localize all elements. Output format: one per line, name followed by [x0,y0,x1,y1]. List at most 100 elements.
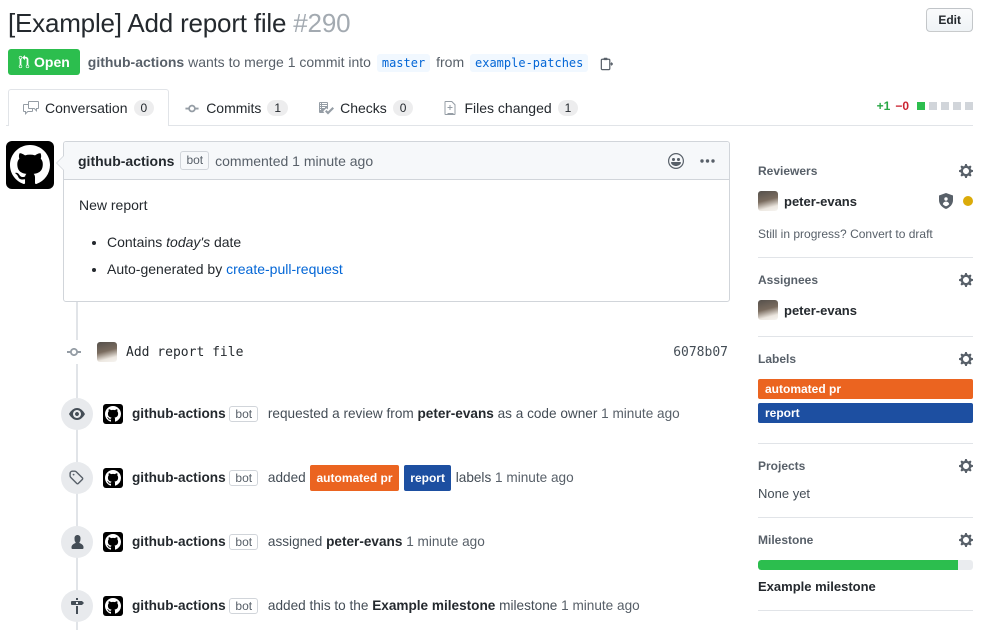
merge-text: wants to merge 1 commit into [188,54,371,70]
pr-number: #290 [293,8,350,38]
pr-title-text: [Example] Add report file [8,8,286,38]
gear-icon[interactable] [959,163,973,179]
eye-icon [61,398,93,430]
diffstat-block-neutral [941,102,949,110]
comment-discussion-icon [23,100,39,116]
octocat-icon [10,145,50,185]
comment-header: github-actions bot commented 1 minute ag… [64,142,729,180]
tab-commits-label: Commits [206,100,261,116]
convert-to-draft-link[interactable]: Convert to draft [850,227,933,241]
copy-branch-button[interactable] [599,56,614,71]
bot-badge: bot [229,470,258,486]
octocat-icon [105,534,121,550]
milestone-name[interactable]: Example milestone [372,598,495,613]
labels-heading[interactable]: Labels [758,352,796,366]
bot-badge: bot [229,598,258,614]
timeline-event-milestoned: github-actions bot added this to the Exa… [6,590,730,622]
comment-body: New report Contains today's date Auto-ge… [64,180,729,301]
milestone-heading[interactable]: Milestone [758,533,813,547]
checklist-icon [318,100,334,116]
label-report[interactable]: report [404,465,451,491]
assignee-link[interactable]: peter-evans [784,303,857,318]
pr-tab-bar: Conversation 0 Commits 1 Checks 0 Files … [6,89,973,126]
timeline-event-labeled: github-actions bot added automated pr re… [6,462,730,494]
italic-text: today's [166,234,210,250]
octocat-icon [105,598,121,614]
avatar[interactable] [103,532,123,552]
diffstat-deletions: −0 [895,99,909,113]
tab-files-changed-count: 1 [558,100,579,116]
reviewer-name[interactable]: peter-evans [418,406,494,421]
bot-badge: bot [229,534,258,550]
pr-meta: Open github-actions wants to merge 1 com… [8,49,973,75]
avatar[interactable] [758,300,778,320]
tab-conversation[interactable]: Conversation 0 [8,89,169,126]
tab-conversation-count: 0 [134,100,155,116]
diffstat-block-neutral [929,102,937,110]
tab-files-changed[interactable]: Files changed 1 [428,89,593,126]
reviewers-heading[interactable]: Reviewers [758,164,817,178]
avatar[interactable] [6,141,54,189]
avatar[interactable] [758,191,778,211]
page-title: [Example] Add report file #290 [8,8,350,39]
milestone-link[interactable]: Example milestone [758,579,973,594]
commit-sha-link[interactable]: 6078b07 [673,345,728,360]
assignee-name[interactable]: peter-evans [326,534,402,549]
create-pull-request-link[interactable]: create-pull-request [226,261,343,277]
event-actor[interactable]: github-actions [132,406,226,421]
gear-icon[interactable] [959,351,973,367]
emoji-reaction-button[interactable] [668,153,684,169]
tab-commits[interactable]: Commits 1 [169,89,303,126]
avatar[interactable] [103,468,123,488]
event-actor[interactable]: github-actions [132,470,226,485]
avatar[interactable] [103,596,123,616]
diffstat-block-neutral [953,102,961,110]
timeline-event-assigned: github-actions bot assigned peter-evans … [6,526,730,558]
event-timestamp[interactable]: 1 minute ago [561,598,640,613]
event-text: github-actions bot requested a review fr… [132,403,680,425]
diffstat-block-neutral [965,102,973,110]
reviewer-link[interactable]: peter-evans [784,194,857,209]
gear-icon[interactable] [959,272,973,288]
label-automated-pr[interactable]: automated pr [758,379,973,399]
assignee-row: peter-evans [758,300,973,320]
edit-button[interactable]: Edit [926,8,973,32]
milestone-progress-fill [758,560,958,570]
gear-icon[interactable] [959,532,973,548]
bot-badge: bot [180,151,209,170]
discussion-timeline: github-actions bot commented 1 minute ag… [6,141,730,623]
label-report[interactable]: report [758,403,973,423]
comment-bullet-list: Contains today's date Auto-generated by … [107,232,714,280]
event-actor[interactable]: github-actions [132,534,226,549]
smiley-icon [668,153,684,169]
comment-intro: New report [79,195,714,216]
git-commit-icon [184,101,200,116]
event-timestamp[interactable]: 1 minute ago [406,534,485,549]
merge-sentence: github-actions wants to merge 1 commit i… [88,54,614,71]
projects-heading[interactable]: Projects [758,459,805,473]
head-branch-label[interactable]: example-patches [470,54,588,72]
avatar[interactable] [97,342,117,362]
gear-icon[interactable] [959,458,973,474]
milestone-icon [61,590,93,622]
comment-timestamp[interactable]: commented 1 minute ago [215,153,373,169]
event-timestamp[interactable]: 1 minute ago [601,406,680,421]
pr-author[interactable]: github-actions [88,54,184,70]
git-commit-icon [65,340,83,364]
event-actor[interactable]: github-actions [132,598,226,613]
commit-message-link[interactable]: Add report file [126,345,243,360]
comment-author[interactable]: github-actions [78,153,174,169]
tab-checks[interactable]: Checks 0 [303,89,428,126]
event-timestamp[interactable]: 1 minute ago [495,470,574,485]
assignees-heading[interactable]: Assignees [758,273,818,287]
status-badge-label: Open [34,54,70,70]
octocat-icon [105,406,121,422]
comment-bullet: Auto-generated by create-pull-request [107,259,714,280]
avatar[interactable] [103,404,123,424]
diffstat: +1 −0 [877,99,973,125]
base-branch-label[interactable]: master [377,54,430,72]
kebab-menu-button[interactable] [700,159,715,163]
git-pull-request-icon [18,55,30,69]
label-automated-pr[interactable]: automated pr [310,465,398,491]
status-badge: Open [8,49,80,75]
